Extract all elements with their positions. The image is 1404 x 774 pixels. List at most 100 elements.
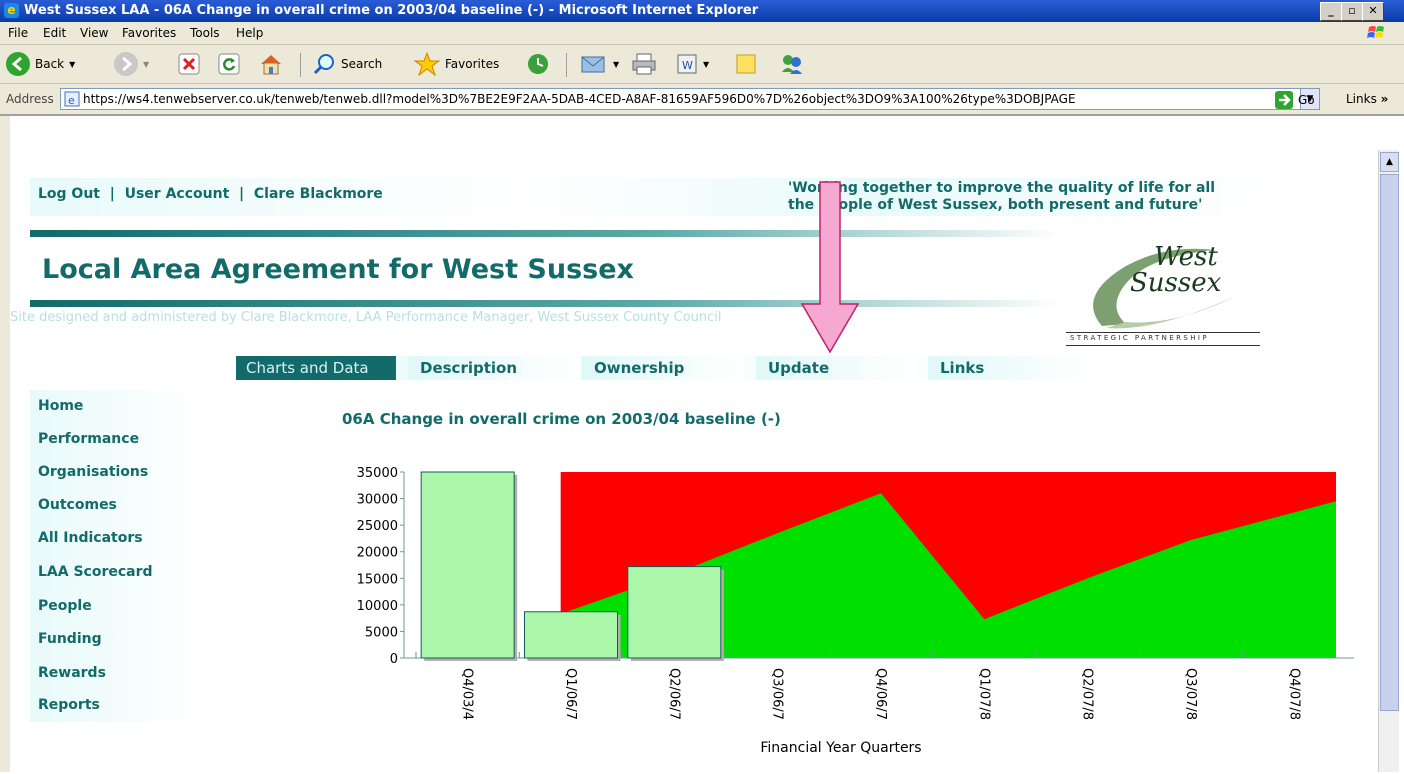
sidebar-item-people[interactable]: People [38,598,92,614]
close-button[interactable]: ✕ [1362,2,1384,21]
menu-help[interactable]: Help [236,26,263,40]
search-label: Search [341,57,383,71]
go-label: Go [1298,93,1315,107]
x-tick-label: Q3/07/8 [1183,668,1198,720]
back-arrow-icon [6,52,30,76]
back-dropdown-icon: ▼ [69,59,76,69]
y-tick-label: 0 [390,652,398,667]
scroll-up-icon[interactable]: ▲ [1380,152,1399,172]
logo-tagline: STRATEGIC PARTNERSHIP [1070,334,1209,342]
address-input[interactable]: e https://ws4.tenwebserver.co.uk/tenweb/… [60,88,1320,110]
history-button[interactable] [526,51,550,77]
menu-view[interactable]: View [80,26,108,40]
discuss-button[interactable] [734,51,758,77]
word-document-icon: W [677,54,697,74]
header-rule-bottom [30,300,1060,307]
sidebar-item-rewards[interactable]: Rewards [38,665,106,681]
x-tick-label: Q4/06/7 [873,668,888,720]
scroll-thumb[interactable] [1380,174,1399,711]
tab-links[interactable]: Links [928,356,1090,380]
y-tick-label: 5000 [365,625,398,640]
bar [524,611,618,659]
crime-chart: 0 5000 10000 15000 20000 25000 30000 35000 Q4/03… [330,460,1370,770]
forward-button[interactable]: ▼ [114,51,149,77]
tab-bar: Charts and Data Description Ownership Up… [236,356,1096,380]
menu-edit[interactable]: Edit [43,26,66,40]
home-button[interactable] [258,51,284,77]
address-label: Address [6,92,54,106]
menu-file[interactable]: File [8,26,28,40]
x-tick-label: Q1/06/7 [563,668,578,720]
x-tick-label: Q4/07/8 [1286,668,1301,720]
favorites-label: Favorites [445,57,500,71]
mail-dropdown-icon: ▼ [613,59,620,69]
user-account-link[interactable]: User Account [125,186,230,202]
sidebar-item-funding[interactable]: Funding [38,631,102,647]
sidebar-item-laa-scorecard[interactable]: LAA Scorecard [38,564,153,580]
sidebar-item-home[interactable]: Home [38,398,83,414]
tab-update[interactable]: Update [756,356,918,380]
refresh-button[interactable] [218,51,240,77]
user-name-link[interactable]: Clare Blackmore [254,186,383,202]
x-tick-label: Q2/07/8 [1080,668,1095,720]
printer-icon [632,53,656,75]
annotation-arrow-icon [800,181,860,354]
y-tick-label: 35000 [357,466,398,481]
edit-button[interactable]: W ▼ [676,51,709,77]
messenger-button[interactable] [778,51,806,77]
logo-rule [1066,345,1260,346]
svg-text:W: W [682,59,693,72]
sidebar-item-all-indicators[interactable]: All Indicators [38,530,143,546]
back-label: Back [35,57,65,71]
bar [627,566,722,659]
sidebar-item-reports[interactable]: Reports [38,697,100,713]
favorites-star-icon [414,51,440,77]
x-axis-label: Financial Year Quarters [760,740,921,756]
sidebar: Home Performance Organisations Outcomes … [30,390,200,722]
browser-toolbar: Back ▼ ▼ Search Favorites ▼ W ▼ [0,45,1404,84]
logout-link[interactable]: Log Out [38,186,100,202]
site-credit: Site designed and administered by Clare … [10,310,722,325]
refresh-icon [218,53,240,75]
sidebar-item-performance[interactable]: Performance [38,431,139,447]
window-title: West Sussex LAA - 06A Change in overall … [24,3,759,18]
minimize-button[interactable]: _ [1320,2,1342,21]
y-tick-label: 20000 [357,546,398,561]
home-icon [261,55,281,75]
search-button[interactable]: Search [312,51,382,77]
windows-logo-icon [1367,26,1384,38]
page-top-area [10,116,1378,150]
tab-ownership[interactable]: Ownership [582,356,744,380]
note-icon [736,54,756,74]
tab-description[interactable]: Description [408,356,580,380]
mail-button[interactable]: ▼ [580,51,619,77]
vertical-scrollbar[interactable]: ▲ [1378,150,1399,772]
stop-button[interactable] [178,51,200,77]
messenger-icon [782,55,802,74]
menu-bar: File Edit View Favorites Tools Help [0,22,1404,45]
favorites-button[interactable]: Favorites [414,51,499,77]
back-button[interactable]: Back ▼ [6,51,75,77]
toolbar-separator [566,53,567,77]
x-tick-label: Q4/03/4 [460,668,475,720]
sidebar-item-organisations[interactable]: Organisations [38,464,148,480]
edit-dropdown-icon: ▼ [703,59,710,69]
x-tick-label: Q3/06/7 [770,668,785,720]
chart-title: 06A Change in overall crime on 2003/04 b… [342,410,781,428]
links-toolbar[interactable]: Links » [1346,92,1388,106]
page-heading: Local Area Agreement for West Sussex [42,254,634,285]
y-tick-label: 25000 [357,519,398,534]
x-tick-label: Q1/07/8 [976,668,991,720]
menu-favorites[interactable]: Favorites [122,26,176,40]
print-button[interactable] [630,51,658,77]
y-tick-label: 15000 [357,572,398,587]
links-label: Links [1346,92,1377,106]
forward-dropdown-icon: ▼ [143,59,150,69]
maximize-button[interactable]: ▫ [1341,2,1363,21]
go-button[interactable]: Go [1274,90,1315,110]
user-links: Log Out | User Account | Clare Blackmore [38,186,383,202]
menu-tools[interactable]: Tools [190,26,220,40]
tab-charts-and-data[interactable]: Charts and Data [236,356,396,380]
x-tick-label: Q2/06/7 [666,668,681,720]
sidebar-item-outcomes[interactable]: Outcomes [38,497,117,513]
